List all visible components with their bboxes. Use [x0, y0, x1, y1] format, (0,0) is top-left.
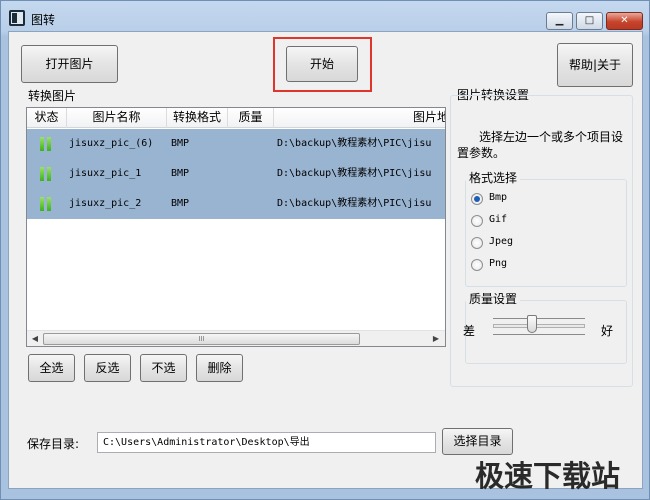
slider-ticks [493, 318, 585, 320]
close-icon: ✕ [620, 15, 629, 26]
delete-button[interactable]: 删除 [196, 354, 243, 382]
format-radio-bmp[interactable]: Bmp [471, 191, 591, 207]
quality-slider-thumb[interactable] [526, 315, 537, 333]
status-cell [27, 129, 67, 159]
maximize-button[interactable]: □ [576, 12, 603, 30]
column-header-format[interactable]: 转换格式 [167, 108, 228, 128]
status-ready-icon [39, 137, 53, 151]
scrollbar-thumb[interactable]: III [43, 333, 360, 345]
quality-low-label: 差 [463, 324, 476, 338]
save-dir-input[interactable]: C:\Users\Administrator\Desktop\导出 [97, 432, 436, 453]
format-group-label: 格式选择 [466, 169, 521, 186]
maximize-icon: □ [584, 15, 595, 26]
close-button[interactable]: ✕ [606, 12, 643, 30]
status-ready-icon [39, 167, 53, 181]
scroll-right-icon[interactable]: ▶ [430, 333, 442, 345]
minimize-icon: ▁ [555, 15, 564, 26]
settings-hint: 选择左边一个或多个项目设置参数。 [457, 130, 624, 160]
path-cell: D:\backup\教程素材\PIC\jisu [277, 168, 432, 179]
select-all-button[interactable]: 全选 [28, 354, 75, 382]
name-cell: jisuxz_pic_(6) [69, 138, 154, 149]
table-row[interactable]: jisuxz_pic_1 BMP D:\backup\教程素材\PIC\jisu [27, 159, 445, 189]
column-header-path[interactable]: 图片地址 [274, 108, 445, 128]
list-header: 状态 图片名称 转换格式 质量 图片地址 [27, 108, 445, 128]
slider-ticks [493, 334, 585, 336]
status-ready-icon [39, 197, 53, 211]
radio-selected-icon [471, 193, 483, 205]
quality-slider[interactable] [493, 324, 585, 328]
select-none-button[interactable]: 不选 [140, 354, 187, 382]
table-row[interactable]: jisuxz_pic_2 BMP D:\backup\教程素材\PIC\jisu [27, 189, 445, 219]
status-cell [27, 189, 67, 219]
radio-icon [471, 237, 483, 249]
path-cell: D:\backup\教程素材\PIC\jisu [277, 138, 432, 149]
radio-icon [471, 215, 483, 227]
name-cell: jisuxz_pic_1 [69, 168, 142, 179]
window-title: 图转 [31, 13, 56, 27]
horizontal-scrollbar[interactable]: ◀ III ▶ [27, 330, 445, 346]
column-header-status[interactable]: 状态 [27, 108, 67, 128]
path-cell: D:\backup\教程素材\PIC\jisu [277, 198, 432, 209]
app-icon [9, 10, 25, 26]
minimize-button[interactable]: ▁ [546, 12, 573, 30]
status-cell [27, 159, 67, 189]
format-cell: BMP [171, 198, 190, 209]
format-radio-gif[interactable]: Gif [471, 213, 591, 229]
app-window: 图转 ▁ □ ✕ 打开图片 开始 帮助|关于 转换图片 图片转换设置 状态 图片… [0, 0, 650, 500]
save-dir-label: 保存目录: [27, 437, 80, 451]
format-radio-png[interactable]: Png [471, 257, 591, 273]
quality-group-label: 质量设置 [466, 290, 521, 307]
site-watermark: 极速下载站 [475, 459, 621, 493]
format-radio-jpeg[interactable]: Jpeg [471, 235, 591, 251]
column-header-quality[interactable]: 质量 [228, 108, 274, 128]
table-row[interactable]: jisuxz_pic_(6) BMP D:\backup\教程素材\PIC\ji… [27, 129, 445, 159]
client-area: 打开图片 开始 帮助|关于 转换图片 图片转换设置 状态 图片名称 转换格式 质… [8, 31, 643, 489]
open-image-button[interactable]: 打开图片 [21, 45, 118, 83]
format-cell: BMP [171, 138, 190, 149]
name-cell: jisuxz_pic_2 [69, 198, 142, 209]
scroll-left-icon[interactable]: ◀ [29, 333, 41, 345]
invert-selection-button[interactable]: 反选 [84, 354, 131, 382]
column-header-name[interactable]: 图片名称 [67, 108, 167, 128]
image-list[interactable]: 状态 图片名称 转换格式 质量 图片地址 jisuxz_pic_(6) BMP … [26, 107, 446, 347]
quality-high-label: 好 [601, 324, 614, 338]
radio-icon [471, 259, 483, 271]
image-list-label: 转换图片 [28, 89, 77, 103]
choose-dir-button[interactable]: 选择目录 [442, 428, 513, 455]
highlight-box [273, 37, 372, 92]
format-cell: BMP [171, 168, 190, 179]
help-about-button[interactable]: 帮助|关于 [557, 43, 633, 87]
